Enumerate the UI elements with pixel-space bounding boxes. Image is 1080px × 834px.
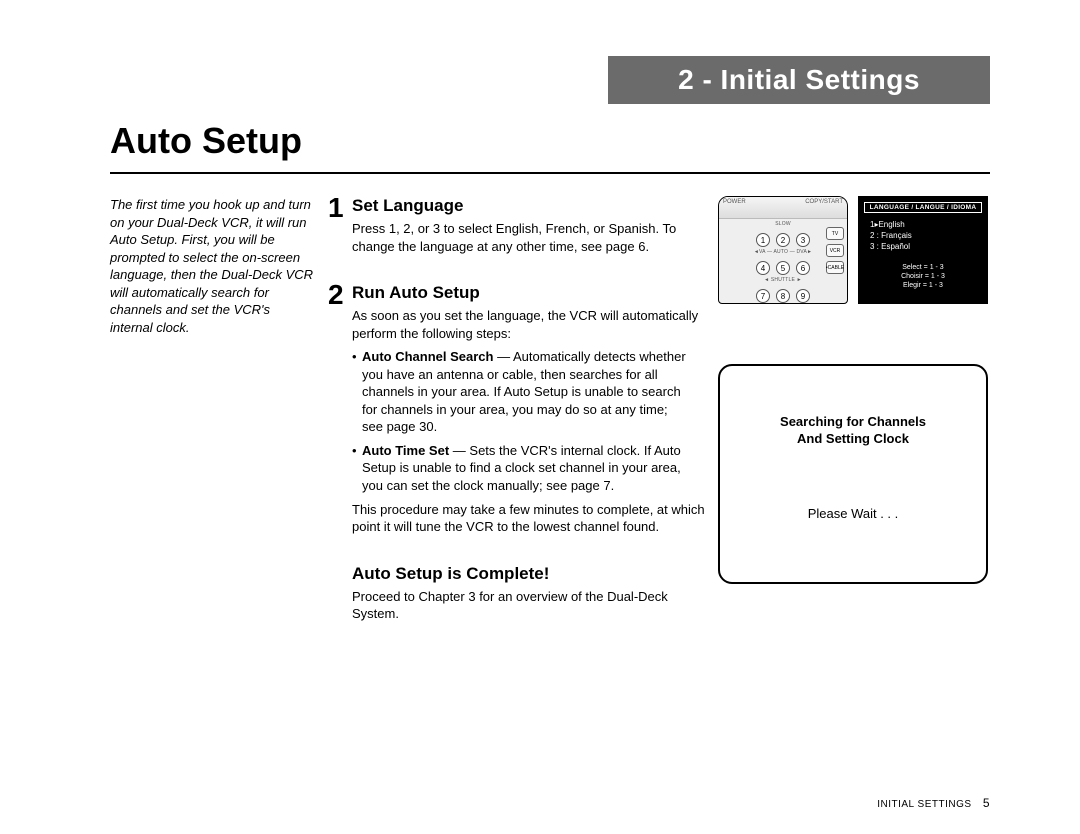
searching-osd-figure: Searching for Channels And Setting Clock… [718, 364, 988, 584]
language-osd-figure: LANGUAGE / LANGUE / IDIOMA 1▸English 2 :… [858, 196, 988, 304]
side-btn-cable: •CABLE [826, 261, 844, 274]
osd-select-2: Choisir = 1 - 3 [864, 272, 982, 281]
bullet-bold: Auto Channel Search [362, 349, 493, 364]
osd-option-2: 2 : Français [864, 230, 982, 241]
footer-page-number: 5 [983, 796, 990, 810]
step-number: 1 [328, 194, 352, 222]
remote-btn-2: 2 [776, 233, 790, 247]
remote-btn-8: 8 [776, 289, 790, 303]
intro-paragraph: The first time you hook up and turn on y… [110, 196, 315, 336]
remote-control-figure: POWER COPY/START SLOW 1 2 3 ◄VA — AUTO —… [718, 196, 848, 304]
osd-select-3: Elegir = 1 - 3 [864, 281, 982, 290]
shuttle-label: ◄ SHUTTLE ► [719, 277, 847, 283]
side-btn-tv: TV [826, 227, 844, 240]
osd-header: LANGUAGE / LANGUE / IDIOMA [864, 202, 982, 213]
complete-body: Proceed to Chapter 3 for an overview of … [352, 588, 707, 623]
bullet-bold: Auto Time Set [362, 443, 449, 458]
step-body: Press 1, 2, or 3 to select English, Fren… [352, 220, 707, 255]
please-wait: Please Wait . . . [720, 506, 986, 521]
remote-btn-4: 4 [756, 261, 770, 275]
remote-btn-9: 9 [796, 289, 810, 303]
osd-select-1: Select = 1 - 3 [864, 263, 982, 272]
side-btn-vcr: VCR [826, 244, 844, 257]
copy-label: COPY/START [805, 199, 843, 205]
chapter-bar: 2 - Initial Settings [608, 56, 990, 104]
bullet-auto-channel-search: Auto Channel Search — Automatically dete… [352, 348, 692, 436]
osd-option-3: 3 : Español [864, 241, 982, 252]
remote-btn-5: 5 [776, 261, 790, 275]
searching-line-2: And Setting Clock [720, 431, 986, 446]
page-footer: INITIAL SETTINGS 5 [877, 796, 990, 810]
remote-btn-7: 7 [756, 289, 770, 303]
title-rule [110, 172, 990, 174]
step-body-bottom: This procedure may take a few minutes to… [352, 501, 707, 536]
bullet-auto-time-set: Auto Time Set — Sets the VCR's internal … [352, 442, 692, 495]
osd-option-1: 1▸English [864, 219, 982, 230]
searching-line-1: Searching for Channels [720, 414, 986, 429]
remote-btn-1: 1 [756, 233, 770, 247]
power-label: POWER [723, 199, 746, 205]
page-title: Auto Setup [110, 120, 302, 162]
remote-btn-6: 6 [796, 261, 810, 275]
remote-btn-3: 3 [796, 233, 810, 247]
step-number: 2 [328, 281, 352, 309]
footer-label: INITIAL SETTINGS [877, 799, 971, 810]
step-body-top: As soon as you set the language, the VCR… [352, 307, 707, 342]
